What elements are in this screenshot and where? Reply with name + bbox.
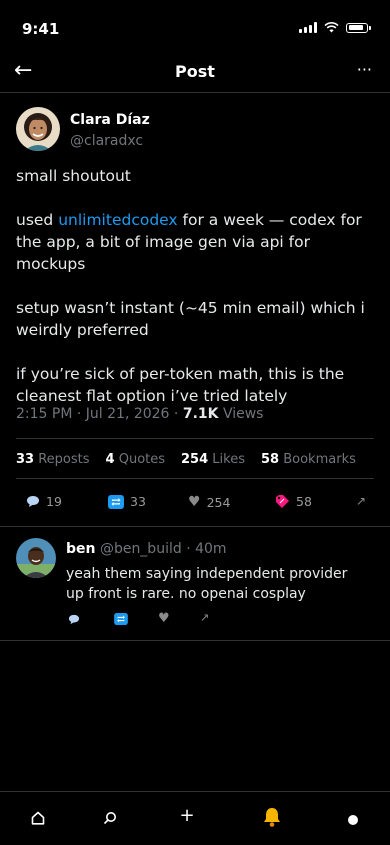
quotes-label: Quotes [118,452,166,467]
bookmarks-label: Bookmarks [283,452,356,467]
comment-icon[interactable] [68,614,80,625]
post-paragraph: if you’re sick of per-token math, this i… [16,365,345,405]
likes-label: Likes [212,452,245,467]
wifi-icon [324,22,339,33]
like-button[interactable]: ♥ 254 [188,494,230,510]
reposts-count: 33 [16,452,35,467]
post-paragraph: small shoutout [16,167,131,185]
post-time: 2:15 PM [16,406,73,422]
post-actions: 19 33 ♥ 254 58 ↗ [0,494,390,514]
heart-icon[interactable]: ♥ [158,611,170,626]
heart-icon: ♥ [188,494,201,510]
reply-button[interactable]: 19 [26,494,62,509]
repost-count: 33 [130,494,146,509]
bookmarks-count: 58 [261,452,280,467]
repost-icon[interactable] [114,613,128,625]
comment-icon [27,496,39,507]
bell-icon[interactable] [260,806,284,833]
reposts-label: Reposts [38,452,90,467]
post-paragraph: used unlimitedcodex for a week — codex f… [16,209,378,275]
signal-icon [299,22,317,33]
status-bar: 9:41 [0,0,390,52]
more-options-icon[interactable]: ··· [357,60,372,79]
divider [0,526,390,527]
bookmarks-stat[interactable]: 58 Bookmarks [261,452,356,467]
likes-count: 254 [181,452,209,467]
reply-header: ben @ben_build · 40m [66,541,227,557]
divider [16,478,374,479]
reply-author-name[interactable]: ben [66,541,95,557]
post-paragraph: setup wasn’t instant (~45 min email) whi… [16,299,365,339]
reply-count: 19 [46,494,62,509]
like-count: 254 [206,494,231,510]
author-avatar[interactable] [16,107,60,151]
divider [16,438,374,439]
post-author[interactable]: Clara Díaz @claradxc [16,107,374,155]
reply-text: yeah them saying independent provider up… [66,566,348,602]
reply-time: 40m [195,541,227,557]
post-meta: 2:15 PM · Jul 21, 2026 · 7.1K Views [16,406,263,422]
share-button[interactable]: ↗ [356,494,366,508]
post-body: small shoutout used unlimitedcodex for a… [16,165,378,429]
quotes-stat[interactable]: 4 Quotes [106,452,165,467]
repost-icon [108,494,124,509]
top-nav: ← Post ··· [0,52,390,93]
plus-icon[interactable]: + [175,805,199,826]
likes-stat[interactable]: 254 Likes [181,452,245,467]
repost-button[interactable]: 33 [108,494,146,509]
profile-icon[interactable] [341,810,365,831]
bookmark-count: 58 [296,494,312,509]
post-stats: 33 Reposts 4 Quotes 254 Likes 58 Bookmar… [16,452,356,467]
status-time: 9:41 [22,20,60,38]
author-name[interactable]: Clara Díaz [70,112,150,128]
post-date: Jul 21, 2026 [85,406,170,422]
views-label: Views [222,406,264,422]
post-text-segment: used [16,211,59,229]
reply-avatar[interactable] [16,538,56,578]
quotes-count: 4 [105,452,115,467]
share-arrow-icon: ↗ [356,494,367,508]
battery-icon [346,22,371,33]
reply-separator: · [186,541,191,557]
search-icon[interactable] [98,808,122,830]
meta-separator: · [173,406,179,422]
share-arrow-icon[interactable]: ↗ [200,611,209,624]
bottom-tab-bar: + [0,791,390,845]
home-icon[interactable] [26,808,50,830]
status-icons [299,22,371,33]
views-count: 7.1K [182,406,219,422]
divider [0,640,390,641]
meta-separator: · [76,406,82,422]
reposts-stat[interactable]: 33 Reposts [16,452,90,467]
post-link[interactable]: unlimitedcodex [58,211,177,229]
reply-actions: ♥ ↗ [68,611,268,628]
bookmark-button[interactable]: 58 [274,494,312,509]
reply-author-handle[interactable]: @ben_build [100,541,182,557]
page-title: Post [175,62,215,81]
bookmark-icon [276,495,289,508]
author-handle[interactable]: @claradxc [70,133,143,149]
